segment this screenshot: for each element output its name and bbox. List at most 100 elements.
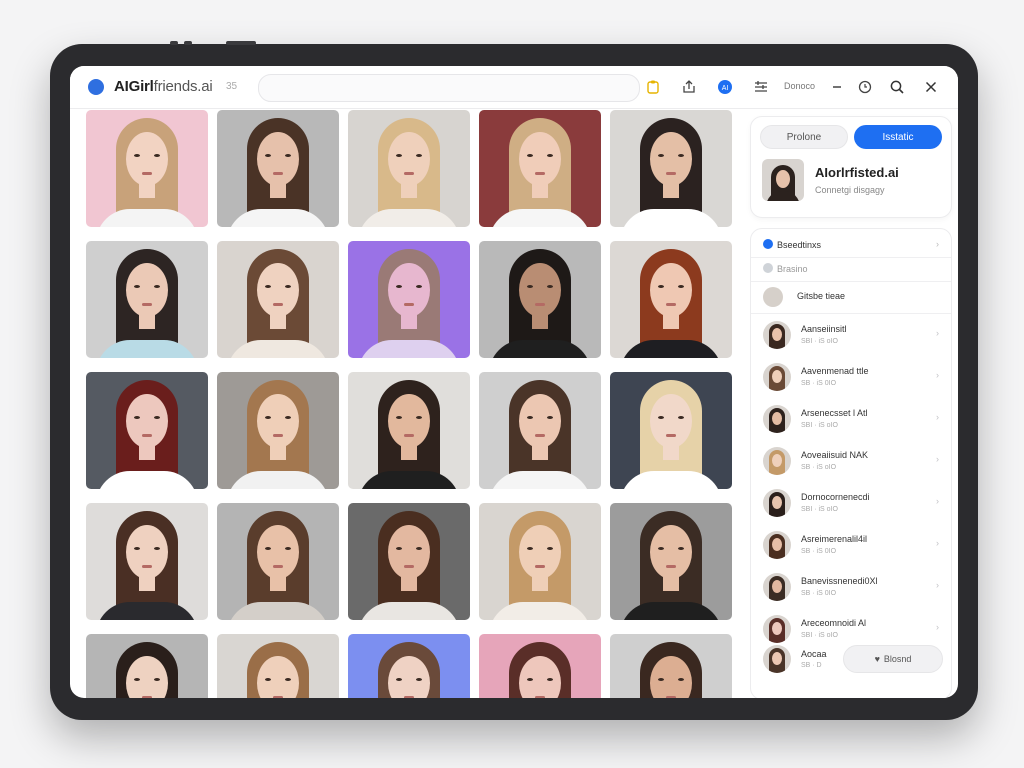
item-meta: SB · iS 0IO [801,380,837,387]
share-icon[interactable] [680,78,698,96]
avatar [763,405,791,433]
portrait-tile[interactable] [348,503,470,620]
portrait-tile[interactable] [86,503,208,620]
companion-list-item[interactable]: Aavenmenad ttle SB · iS 0IO › [751,357,951,399]
item-meta: SBI · iS oIO [801,338,838,345]
profile-avatar[interactable] [762,159,804,201]
list-header-label: Gitsbe tieae [797,291,846,301]
portrait-tile[interactable] [86,634,208,698]
chevron-right-icon: › [936,328,939,338]
footer-button-label: Blosnd [883,654,912,664]
profile-name: AIorlrfisted.ai [815,165,899,180]
avatar [763,531,791,559]
list-icon[interactable] [752,78,770,96]
search-input[interactable] [258,74,640,102]
grey-dot-icon [763,263,773,273]
portrait-grid [86,110,738,698]
portrait-tile[interactable] [479,110,601,227]
footer-action-button[interactable]: ♥ Blosnd [843,645,943,673]
chevron-right-icon: › [936,580,939,590]
portrait-tile[interactable] [479,372,601,489]
portrait-tile[interactable] [86,110,208,227]
item-name: Aanseiinsitl [801,324,847,334]
companion-list-card: Bseedtinxs › Brasino Gitsbe tieae Aansei… [750,228,952,698]
chevron-right-icon: › [936,370,939,380]
portrait-tile[interactable] [348,241,470,358]
portrait-tile[interactable] [479,634,601,698]
avatar[interactable] [763,645,791,673]
tab-left[interactable]: Prolone [760,125,848,149]
item-meta: SBI · iS oIO [801,422,838,429]
avatar [763,363,791,391]
list-header[interactable]: Gitsbe tieae [751,281,951,311]
ai-badge-text: AI [722,85,729,92]
portrait-tile[interactable] [86,241,208,358]
hardware-button [226,41,256,45]
portrait-tile[interactable] [610,503,732,620]
close-icon[interactable] [922,78,940,96]
portrait-tile[interactable] [610,241,732,358]
section-row-secondary[interactable]: Brasino [763,263,808,274]
blue-dot-icon [763,239,773,249]
item-name: Banevissnenedi0Xl [801,576,878,586]
app-title-main: AIGirl [114,78,154,95]
top-bar: AIGirlfriends.ai 35 AI Donoco [70,66,958,109]
app-title: AIGirlfriends.ai [114,78,213,95]
companion-list-item[interactable]: Aanseiinsitl SBI · iS oIO › [751,315,951,357]
item-name: Areceomnoidi Al [801,618,867,628]
item-meta: SBI · iS oIO [801,506,838,513]
portrait-tile[interactable] [348,634,470,698]
item-meta: SB · iS 0IO [801,548,837,555]
divider [751,257,951,258]
avatar [763,489,791,517]
section-label: Brasino [777,264,808,274]
companion-list-item[interactable]: Arsenecsset l Atl SBI · iS oIO › [751,399,951,441]
portrait-tile[interactable] [86,372,208,489]
portrait-tile[interactable] [217,503,339,620]
portrait-tile[interactable] [610,634,732,698]
item-name: Aoveaiisuid NAK [801,450,869,460]
item-name: Aavenmenad ttle [801,366,869,376]
footer-name: Aocaa [801,649,827,659]
profile-subtitle: Connetgi disgagy [815,185,885,195]
chevron-right-icon: › [936,496,939,506]
tab-right[interactable]: Isstatic [854,125,942,149]
portrait-tile[interactable] [610,110,732,227]
right-panel: Prolone Isstatic AIorlrfisted.ai Connetg… [750,110,958,698]
toolbar-text: Donoco [784,81,816,91]
avatar [763,321,791,349]
search-icon[interactable] [888,78,906,96]
portrait-tile[interactable] [217,241,339,358]
avatar [763,447,791,475]
app-logo-icon[interactable] [88,79,104,95]
portrait-tile[interactable] [217,372,339,489]
clipboard-icon[interactable] [644,78,662,96]
footer-row: Aocaa SB · D ♥ Blosnd [751,633,951,693]
portrait-tile[interactable] [610,372,732,489]
item-name: Arsenecsset l Atl [801,408,868,418]
chevron-right-icon: › [936,412,939,422]
companion-list-item[interactable]: Banevissnenedi0Xl SB · iS 0IO › [751,567,951,609]
companion-list-item[interactable]: Asreimerenalil4il SB · iS 0IO › [751,525,951,567]
title-badge: 35 [226,81,238,92]
portrait-tile[interactable] [217,110,339,227]
item-name: Asreimerenalil4il [801,534,868,544]
portrait-tile[interactable] [348,110,470,227]
profile-card: Prolone Isstatic AIorlrfisted.ai Connetg… [750,116,952,218]
portrait-tile[interactable] [217,634,339,698]
portrait-tile[interactable] [479,503,601,620]
chevron-right-icon: › [936,538,939,548]
chevron-right-icon: › [936,239,939,249]
portrait-tile[interactable] [479,241,601,358]
section-label: Bseedtinxs [777,240,822,250]
minimize-icon[interactable] [828,78,846,96]
companion-list-item[interactable]: Aoveaiisuid NAK SB · iS oIO › [751,441,951,483]
chevron-right-icon: › [936,454,939,464]
ai-badge-icon[interactable]: AI [716,78,734,96]
app-title-sub: friends.ai [153,78,213,95]
section-row-primary[interactable]: Bseedtinxs [763,239,821,250]
companion-list-item[interactable]: Dornocornenecdi SBI · iS oIO › [751,483,951,525]
portrait-tile[interactable] [348,372,470,489]
clock-icon[interactable] [856,78,874,96]
hardware-button [184,41,192,45]
